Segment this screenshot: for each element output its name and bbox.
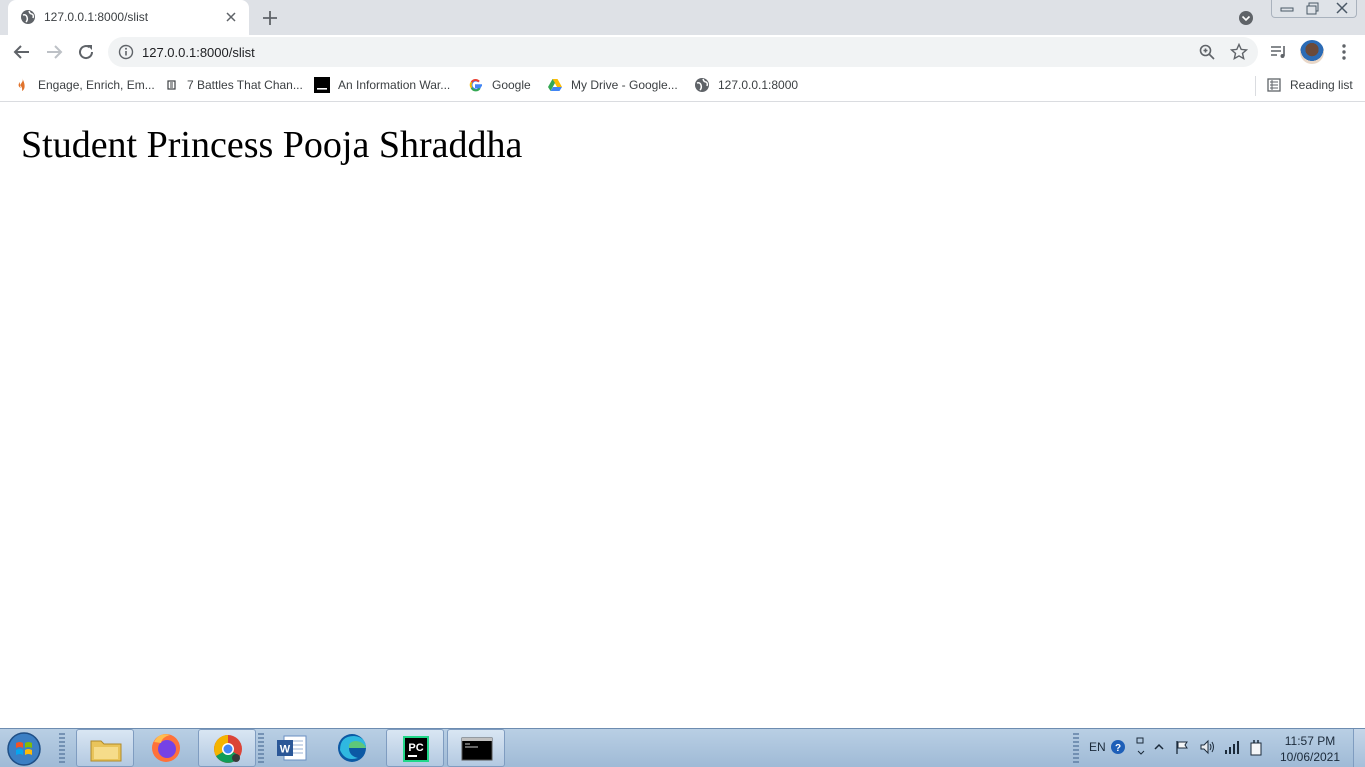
screen: 127.0.0.1:8000/slist 127.0.0.1:8000/slis… xyxy=(0,0,1365,767)
bookmark-item[interactable]: Engage, Enrich, Em... xyxy=(14,75,155,95)
bookmark-item[interactable]: 127.0.0.1:8000 xyxy=(694,75,798,95)
folder-icon xyxy=(90,740,122,762)
bookmark-star-icon[interactable] xyxy=(1230,43,1248,61)
url-text: 127.0.0.1:8000/slist xyxy=(142,45,255,60)
svg-text:?: ? xyxy=(1115,743,1121,754)
close-icon[interactable] xyxy=(223,9,239,25)
taskbar-pycharm[interactable]: PC xyxy=(386,729,444,767)
minimize-icon[interactable] xyxy=(1274,0,1300,17)
bookmark-item[interactable]: Google xyxy=(468,75,531,95)
page-heading: Student Princess Pooja Shraddha xyxy=(21,124,523,166)
power-plug-icon[interactable] xyxy=(1248,739,1264,757)
browser-toolbar: 127.0.0.1:8000/slist xyxy=(0,35,1365,69)
reload-icon[interactable] xyxy=(74,40,98,64)
taskbar-chrome[interactable] xyxy=(198,729,256,767)
terminal-icon xyxy=(461,737,493,761)
svg-text:PC: PC xyxy=(408,742,423,754)
taskbar-firefox[interactable] xyxy=(137,729,195,767)
media-control-icon[interactable] xyxy=(1269,42,1289,62)
address-bar[interactable]: 127.0.0.1:8000/slist xyxy=(108,37,1258,67)
action-center-flag-icon[interactable] xyxy=(1174,739,1190,755)
flame-icon xyxy=(18,78,25,91)
reading-list-icon xyxy=(1267,78,1281,92)
clock-time: 11:57 PM xyxy=(1284,734,1336,748)
reading-list-button[interactable]: Reading list xyxy=(1266,75,1353,95)
word-icon: W xyxy=(277,735,307,761)
input-options-icon[interactable] xyxy=(1134,736,1148,758)
book-icon xyxy=(167,80,176,90)
reading-list-label: Reading list xyxy=(1290,78,1353,92)
tab-title: 127.0.0.1:8000/slist xyxy=(44,10,149,24)
profile-avatar[interactable] xyxy=(1300,40,1324,64)
taskbar-grip[interactable] xyxy=(59,733,65,763)
svg-text:W: W xyxy=(280,744,291,756)
restore-icon[interactable] xyxy=(1300,0,1326,17)
taskbar-cmd[interactable] xyxy=(447,729,505,767)
taskbar: W PC EN ? 11:57 PM 10/06/2021 xyxy=(0,728,1365,767)
new-tab-button[interactable] xyxy=(259,7,281,29)
chevron-up-icon[interactable] xyxy=(1153,741,1165,753)
firefox-icon xyxy=(152,734,180,762)
page-content: Student Princess Pooja Shraddha xyxy=(0,103,1365,728)
window-controls xyxy=(1271,0,1357,18)
bookmark-item[interactable]: My Drive - Google... xyxy=(547,75,678,95)
google-icon xyxy=(469,79,482,92)
tab-strip: 127.0.0.1:8000/slist xyxy=(0,0,1365,35)
bookmarks-bar: Engage, Enrich, Em... 7 Battles That Cha… xyxy=(0,69,1365,102)
network-signal-icon[interactable] xyxy=(1224,739,1240,755)
bookmark-label: 7 Battles That Chan... xyxy=(187,78,303,92)
info-icon[interactable] xyxy=(118,44,134,60)
bookmark-label: 127.0.0.1:8000 xyxy=(718,78,799,92)
tray-grip[interactable] xyxy=(1073,733,1079,763)
forward-icon[interactable] xyxy=(42,40,66,64)
bookmark-item[interactable]: 7 Battles That Chan... xyxy=(163,75,303,95)
bookmark-label: My Drive - Google... xyxy=(571,78,678,92)
language-indicator[interactable]: EN xyxy=(1089,740,1106,754)
clock-date: 10/06/2021 xyxy=(1279,750,1341,764)
drive-icon xyxy=(548,79,562,91)
tab-search-icon[interactable] xyxy=(1237,9,1255,27)
windows-start-icon[interactable] xyxy=(3,731,45,767)
browser-tab[interactable]: 127.0.0.1:8000/slist xyxy=(8,0,249,35)
globe-icon xyxy=(21,10,35,24)
bookmark-item[interactable]: An Information War... xyxy=(314,75,450,95)
volume-icon[interactable] xyxy=(1199,739,1217,755)
medium-icon xyxy=(314,77,330,93)
menu-kebab-icon[interactable] xyxy=(1334,42,1354,62)
bookmark-label: Engage, Enrich, Em... xyxy=(38,78,155,92)
bookmarks-separator xyxy=(1255,76,1256,96)
show-desktop-button[interactable] xyxy=(1353,729,1365,767)
back-icon[interactable] xyxy=(10,40,34,64)
close-window-icon[interactable] xyxy=(1328,0,1356,17)
edge-icon xyxy=(338,734,366,762)
taskbar-explorer[interactable] xyxy=(76,729,134,767)
globe-icon xyxy=(695,78,709,92)
bookmark-label: An Information War... xyxy=(338,78,451,92)
system-clock[interactable]: 11:57 PM 10/06/2021 xyxy=(1275,733,1345,765)
zoom-icon[interactable] xyxy=(1198,43,1216,61)
chrome-icon xyxy=(214,735,242,763)
taskbar-word[interactable]: W xyxy=(262,729,320,767)
help-icon[interactable]: ? xyxy=(1110,739,1126,755)
taskbar-edge[interactable] xyxy=(323,729,381,767)
bookmark-label: Google xyxy=(492,78,531,92)
pycharm-icon: PC xyxy=(403,736,429,762)
